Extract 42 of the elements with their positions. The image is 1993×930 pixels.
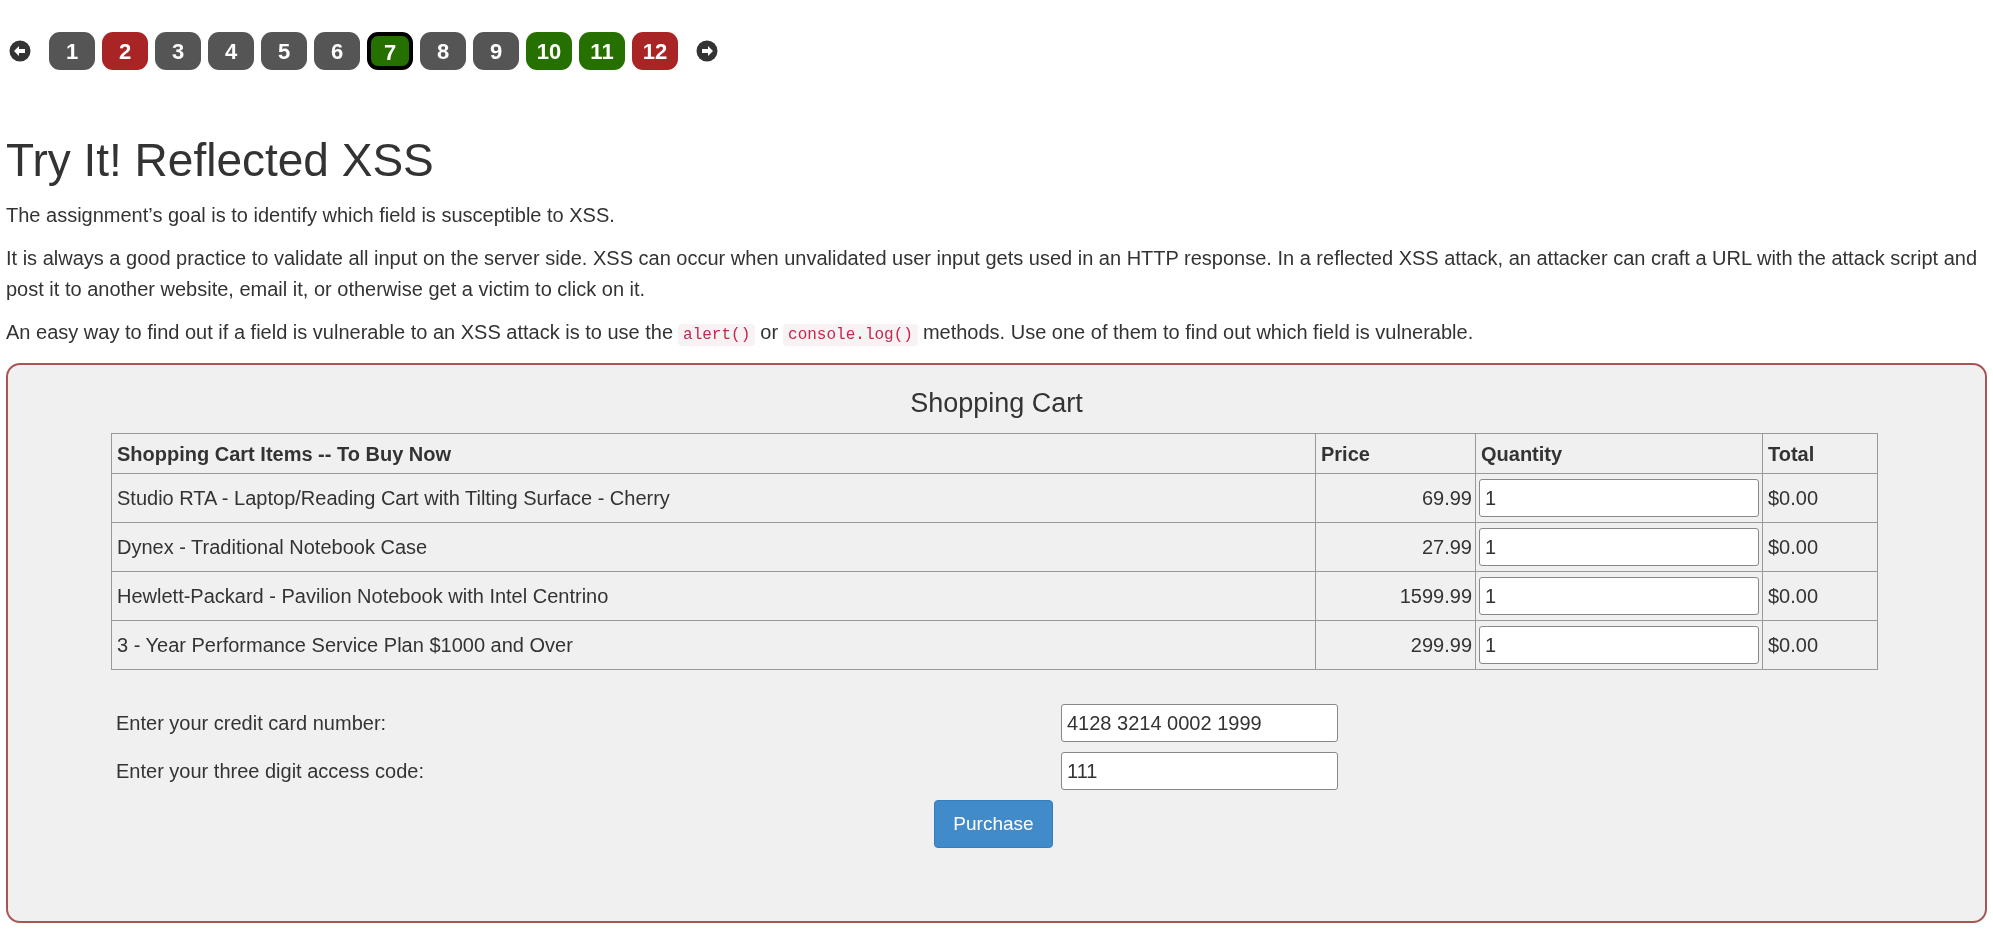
page-heading: Try It! Reflected XSS xyxy=(6,133,435,188)
page-button[interactable]: 6 xyxy=(314,32,360,70)
price-cell: 299.99 xyxy=(1315,620,1476,670)
panel-title: Shopping Cart xyxy=(910,386,1083,420)
item-cell: Studio RTA - Laptop/Reading Cart with Tilting Surface - Cherry xyxy=(111,473,1316,523)
page-button[interactable]: 11 xyxy=(579,32,625,70)
page-button[interactable]: 1 xyxy=(49,32,95,70)
page-button[interactable]: 9 xyxy=(473,32,519,70)
page-button[interactable]: 2 xyxy=(102,32,148,70)
quantity-field[interactable]: 1 xyxy=(1479,528,1759,566)
page-button[interactable]: 10 xyxy=(526,32,572,70)
item-cell: Hewlett-Packard - Pavilion Notebook with Intel Centrino xyxy=(111,571,1316,621)
page-button[interactable]: 12 xyxy=(632,32,678,70)
total-cell: $0.00 xyxy=(1762,571,1878,621)
page-button[interactable]: 8 xyxy=(420,32,466,70)
price-cell: 27.99 xyxy=(1315,522,1476,572)
field-label: Enter your three digit access code: xyxy=(115,759,425,784)
column-header: Price xyxy=(1315,433,1476,474)
page-button[interactable]: 4 xyxy=(208,32,254,70)
price-cell: 69.99 xyxy=(1315,473,1476,523)
purchase-button[interactable]: Purchase xyxy=(934,800,1053,848)
total-cell: $0.00 xyxy=(1762,473,1878,523)
paragraph: An easy way to find out if a field is vulnerable to an XSS attack is to use the alert() or console.log() methods. Use one of them to find out which field is vulnerable. xyxy=(6,319,1475,348)
paragraph: It is always a good practice to validate all input on the server side. XSS can occur when unvalidated user input gets used in an HTTP response. In a reflected XSS attack, an attacker can craft a URL with the attack script and post it to another website, email it, or otherwise get a victim to click on it. xyxy=(6,245,1979,302)
item-cell: 3 - Year Performance Service Plan $1000 and Over xyxy=(111,620,1316,670)
text-field[interactable]: 4128 3214 0002 1999 xyxy=(1061,704,1338,742)
quantity-field[interactable]: 1 xyxy=(1479,577,1759,615)
quantity-field[interactable]: 1 xyxy=(1479,479,1759,517)
quantity-field[interactable]: 1 xyxy=(1479,626,1759,664)
item-cell: Dynex - Traditional Notebook Case xyxy=(111,522,1316,572)
field-label: Enter your credit card number: xyxy=(115,711,388,736)
column-header: Shopping Cart Items -- To Buy Now xyxy=(111,433,1316,474)
text-field[interactable]: 111 xyxy=(1061,752,1338,790)
page-button[interactable]: 3 xyxy=(155,32,201,70)
page-button[interactable]: 7 xyxy=(367,32,413,70)
total-cell: $0.00 xyxy=(1762,522,1878,572)
total-cell: $0.00 xyxy=(1762,620,1878,670)
column-header: Total xyxy=(1762,433,1878,474)
paragraph: The assignment’s goal is to identify which field is susceptible to XSS. xyxy=(6,202,616,228)
column-header: Quantity xyxy=(1475,433,1763,474)
page-button[interactable]: 5 xyxy=(261,32,307,70)
price-cell: 1599.99 xyxy=(1315,571,1476,621)
